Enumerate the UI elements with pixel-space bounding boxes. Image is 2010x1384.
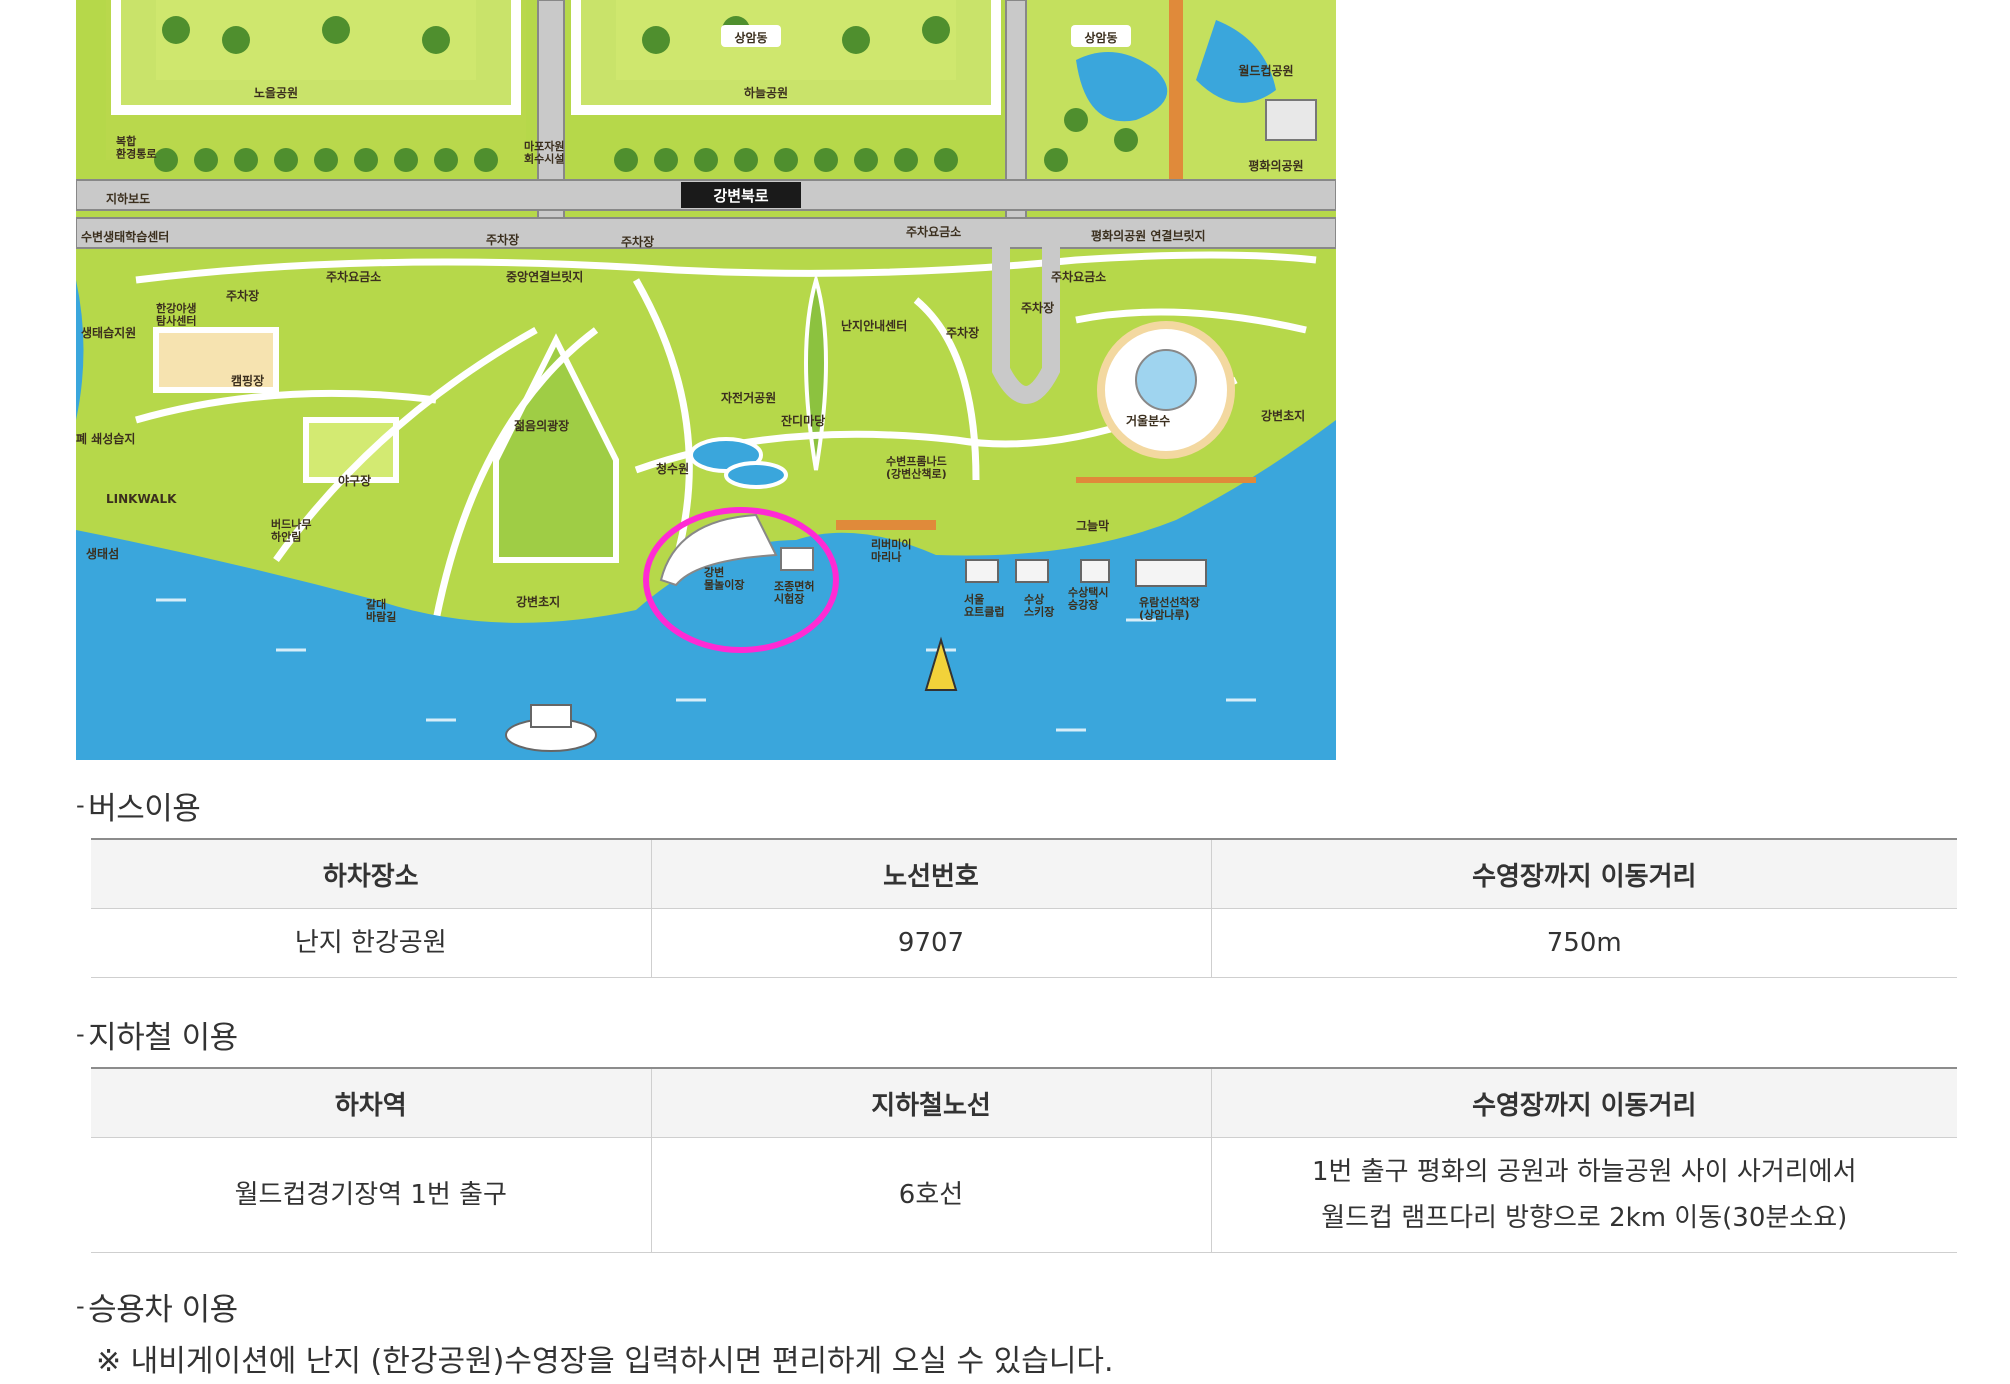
map-label-central-bridge: 중앙연결브릿지 [506,269,583,284]
table-row: 월드컵경기장역 1번 출구 6호선 1번 출구 평화의 공원과 하늘공원 사이 … [91,1137,1957,1253]
subway-section-title: - 지하철 이용 [76,1020,238,1056]
map-label-camping: 캠핑장 [231,373,264,388]
car-section-title: - 승용차 이용 [76,1292,238,1328]
map-label-info-center: 난지안내센터 [841,318,907,333]
map-label-worldcup-park: 월드컵공원 [1238,63,1293,78]
navigation-note: ※ 내비게이션에 난지 (한강공원)수영장을 입력하시면 편리하게 오실 수 있… [96,1344,1114,1379]
map-label-peace-bridge: 평화의공원 연결브릿지 [1091,228,1206,243]
park-map-illustration: 노을공원 하늘공원 상암동 상암동 월드컵공원 평화의공원 강변북로 지하보도 … [76,0,1336,760]
map-label-linkwalk: LINKWALK [106,492,177,506]
bus-header-row: 하차장소 노선번호 수영장까지 이동거리 [91,838,1957,909]
subway-header-station: 하차역 [91,1067,652,1138]
map-label-parking4: 주차장 [1021,300,1054,315]
map-label-sangam2: 상암동 [1084,30,1117,45]
map-label-toll1: 주차요금소 [906,224,961,239]
map-label-riverside-prom: 수변프롬나드 (강변산책로) [886,454,947,481]
map-label-underpass: 지하보도 [106,191,150,206]
subway-title-text: 지하철 이용 [88,1020,238,1056]
map-label-parking5: 주차장 [946,325,979,340]
subway-header-row: 하차역 지하철노선 수영장까지 이동거리 [91,1067,1957,1138]
map-label-river-meadow: 강변초지 [1261,408,1305,423]
map-label-toll3: 주차요금소 [1051,269,1106,284]
map-label-parking1: 주차장 [486,232,519,247]
map-label-river-promenade: 강변초지 [516,594,560,609]
map-label-noeul: 노을공원 [254,86,298,100]
subway-cell-station: 월드컵경기장역 1번 출구 [91,1137,652,1253]
bus-title-text: 버스이용 [88,791,201,827]
subway-cell-distance: 1번 출구 평화의 공원과 하늘공원 사이 사거리에서 월드컵 램프다리 방향으… [1211,1137,1957,1253]
car-title-text: 승용차 이용 [88,1292,238,1328]
subway-header-line: 지하철노선 [651,1067,1212,1138]
subway-header-distance: 수영장까지 이동거리 [1211,1067,1957,1138]
subway-table: 하차역 지하철노선 수영장까지 이동거리 월드컵경기장역 1번 출구 6호선 1… [91,1067,1957,1253]
map-label-water-garden: 청수원 [656,461,689,476]
map-label-fountain: 거울분수 [1126,413,1170,428]
table-row: 난지 한강공원 9707 750m [91,908,1957,978]
map-label-eco-center: 수변생태학습센터 [81,229,169,244]
bus-section-title: - 버스이용 [76,791,201,827]
bus-cell-stop: 난지 한강공원 [91,908,652,978]
bus-header-distance: 수영장까지 이동거리 [1211,838,1957,909]
map-label-bicycle: 자전거공원 [721,390,776,405]
map-label-parking3: 주차장 [226,288,259,303]
map-label-sangam1: 상암동 [734,30,767,45]
map-label-parking2: 주차장 [621,234,654,249]
park-map: 노을공원 하늘공원 상암동 상암동 월드컵공원 평화의공원 강변북로 지하보도 … [76,0,1336,760]
bus-table: 하차장소 노선번호 수영장까지 이동거리 난지 한강공원 9707 750m [91,838,1957,978]
map-label-shade: 그늘막 [1076,519,1109,533]
bus-header-route: 노선번호 [651,838,1212,909]
map-label-trail: 폐 쇄성습지 [76,431,135,446]
bus-cell-distance: 750m [1211,908,1957,978]
bus-header-stop: 하차장소 [91,838,652,909]
bus-cell-route: 9707 [651,908,1212,978]
map-label-ecology: 생태섬 [86,546,119,561]
map-label-wetland: 생태습지원 [81,325,136,340]
map-label-road: 강변북로 [713,187,768,205]
map-label-peace-park: 평화의공원 [1248,158,1303,173]
subway-cell-line: 6호선 [651,1137,1212,1253]
map-label-wild-center: 한강야생 탐사센터 [156,301,196,328]
map-label-mapo-facility: 마포자원 회수시설 [524,139,564,166]
map-label-toll2: 주차요금소 [326,269,381,284]
map-label-baseball: 야구장 [338,473,371,488]
map-label-haneul: 하늘공원 [744,85,788,100]
map-label-grass-plaza: 잔디마당 [781,413,825,428]
map-label-youth-plaza: 젊음의광장 [514,418,569,433]
